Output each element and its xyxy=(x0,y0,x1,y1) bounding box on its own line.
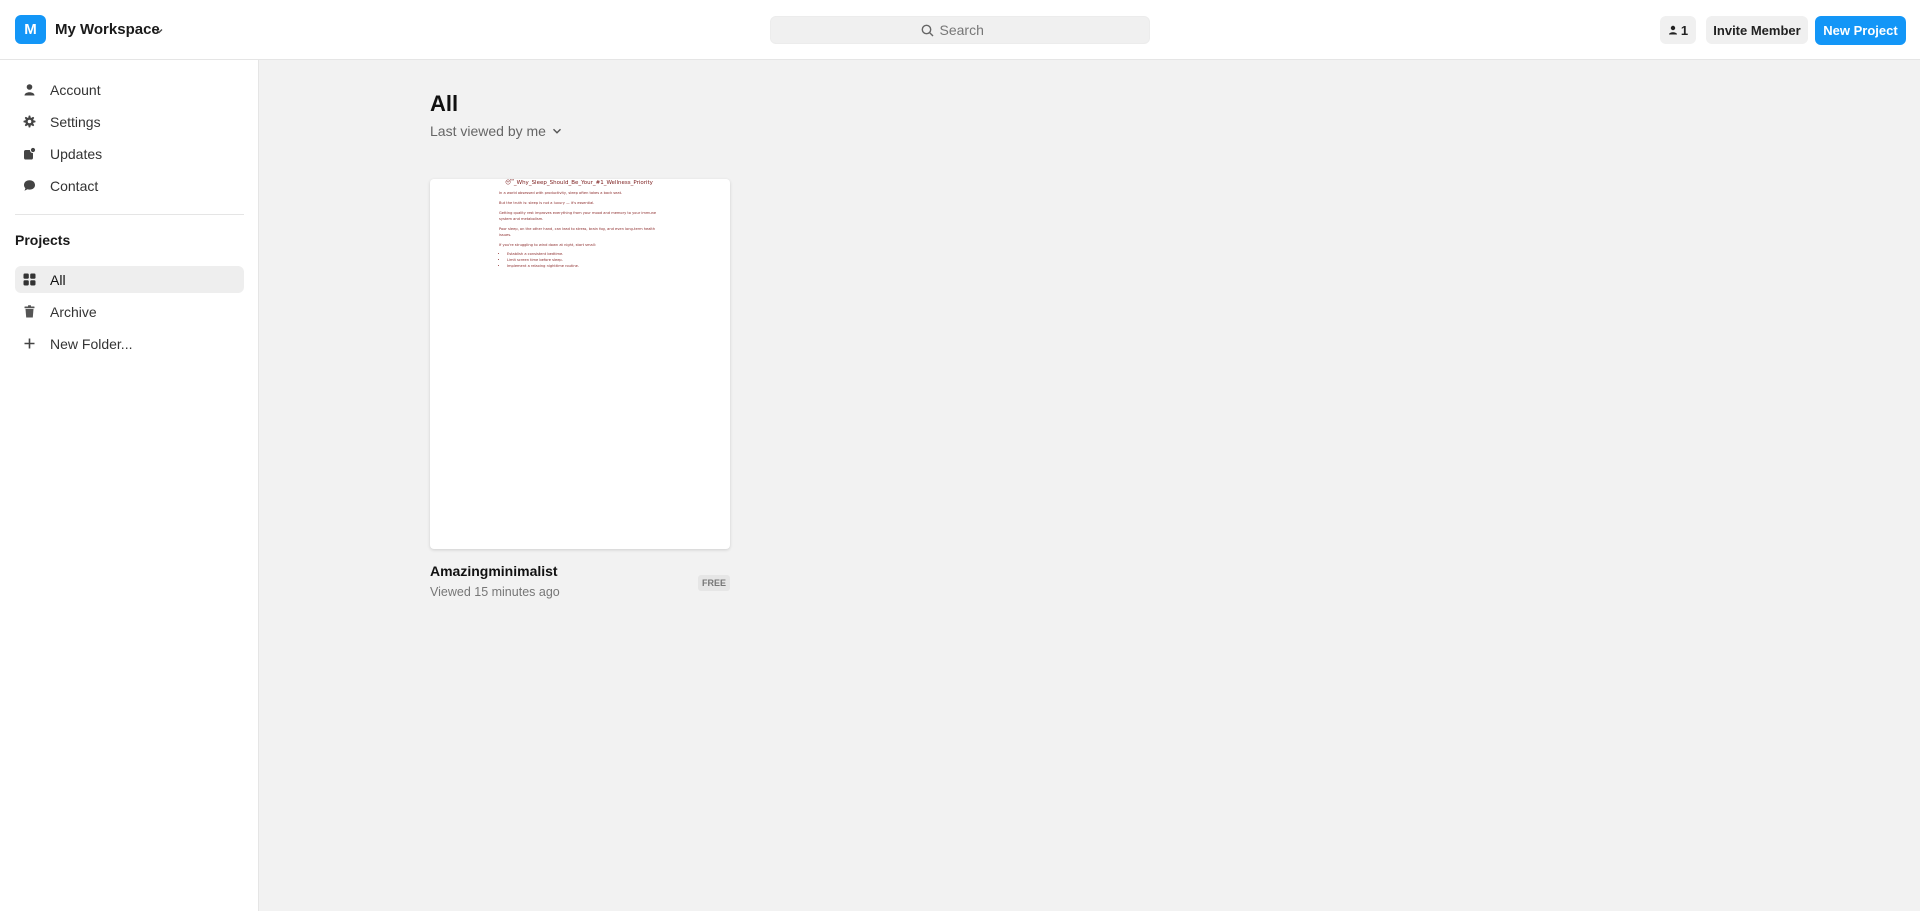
workspace-avatar[interactable]: M xyxy=(15,15,46,44)
chat-bubble-icon xyxy=(22,179,36,193)
user-icon xyxy=(1668,25,1677,35)
sidebar-item-archive[interactable]: Archive xyxy=(15,298,244,325)
document-preview: 😴_Why_Sleep_Should_Be_Your_#1_Wellness_P… xyxy=(499,179,659,269)
sidebar-item-label: Account xyxy=(50,81,101,98)
preview-paragraph: If you're struggling to wind down at nig… xyxy=(499,243,596,247)
invite-member-button[interactable]: Invite Member xyxy=(1706,16,1808,44)
preview-paragraph: In a world obsessed with productivity, s… xyxy=(499,191,623,195)
sidebar-divider xyxy=(15,214,244,215)
project-name[interactable]: Amazingminimalist xyxy=(430,563,558,579)
workspace-name[interactable]: My Workspace xyxy=(55,21,160,38)
preview-paragraph: Poor sleep, on the other hand, can lead … xyxy=(499,227,656,237)
trash-icon xyxy=(22,305,36,319)
page-title: All xyxy=(430,91,459,116)
gear-icon xyxy=(22,115,36,129)
sidebar-item-all[interactable]: All xyxy=(15,266,244,293)
search-icon xyxy=(921,24,933,36)
sidebar-item-label: All xyxy=(50,271,66,288)
sort-dropdown[interactable]: Last viewed by me xyxy=(430,123,563,139)
preview-paragraph: But the truth is: sleep is not a luxury … xyxy=(499,201,595,205)
grid-icon xyxy=(22,273,36,287)
new-project-button[interactable]: New Project xyxy=(1815,16,1906,45)
sidebar-item-settings[interactable]: Settings xyxy=(15,108,244,135)
sort-label: Last viewed by me xyxy=(430,123,546,139)
members-count: 1 xyxy=(1680,22,1689,38)
sidebar-item-updates[interactable]: Updates xyxy=(15,140,244,167)
user-icon xyxy=(22,83,36,97)
sidebar-item-label: Archive xyxy=(50,303,97,320)
updates-icon xyxy=(22,147,36,161)
project-card[interactable]: 😴_Why_Sleep_Should_Be_Your_#1_Wellness_P… xyxy=(430,179,730,599)
members-button[interactable]: 1 xyxy=(1660,16,1696,44)
preview-list: Establish a consistent bedtime. Limit sc… xyxy=(499,251,659,269)
plan-badge: FREE xyxy=(698,575,730,591)
chevron-down-icon[interactable] xyxy=(153,25,165,37)
list-item: Implement a relaxing nighttime routine. xyxy=(507,263,659,269)
sidebar-item-contact[interactable]: Contact xyxy=(15,172,244,199)
preview-title: 😴_Why_Sleep_Should_Be_Your_#1_Wellness_P… xyxy=(505,180,653,186)
search-bar[interactable] xyxy=(770,16,1150,44)
search-input[interactable] xyxy=(939,22,1000,38)
top-bar: M My Workspace 1 Invite Member New Proje… xyxy=(0,0,1920,60)
preview-paragraph: Getting quality rest improves everything… xyxy=(499,211,657,221)
sidebar: Account Settings Updates Contact Project… xyxy=(0,60,259,911)
plus-icon xyxy=(22,337,36,351)
sidebar-item-label: New Folder... xyxy=(50,335,133,352)
sidebar-item-label: Updates xyxy=(50,145,103,162)
projects-section-title: Projects xyxy=(15,232,71,248)
sidebar-item-account[interactable]: Account xyxy=(15,76,244,103)
sidebar-item-new-folder[interactable]: New Folder... xyxy=(15,330,244,357)
chevron-down-icon xyxy=(552,128,561,134)
project-thumbnail[interactable]: 😴_Why_Sleep_Should_Be_Your_#1_Wellness_P… xyxy=(430,179,730,549)
sidebar-item-label: Settings xyxy=(50,113,101,130)
sidebar-item-label: Contact xyxy=(50,177,99,194)
project-viewed-time: Viewed 15 minutes ago xyxy=(430,585,560,599)
